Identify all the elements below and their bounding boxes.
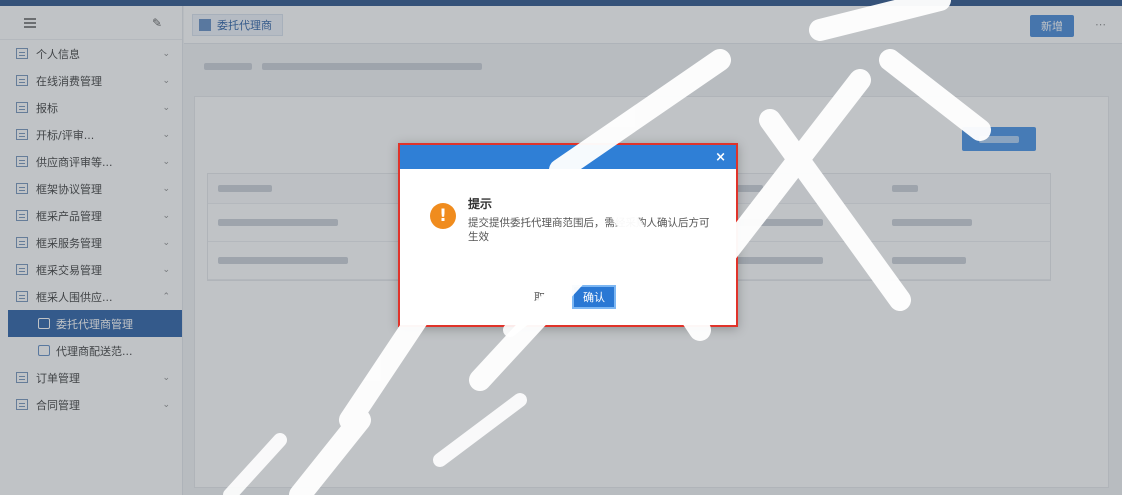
warning-icon: ! (430, 203, 456, 229)
dialog-text: 提示 提交提供委托代理商范围后，需经采购人确认后方可生效 (468, 195, 718, 244)
confirm-button[interactable]: 确认 (572, 285, 616, 309)
close-icon[interactable]: × (715, 150, 726, 165)
dialog-heading: 提示 (468, 197, 493, 211)
dialog-message: 提交提供委托代理商范围后，需经采购人确认后方可生效 (468, 217, 710, 243)
cancel-button[interactable]: 取消 (528, 286, 562, 308)
dialog-body: ! 提示 提交提供委托代理商范围后，需经采购人确认后方可生效 (430, 195, 718, 244)
confirm-dialog: × ! 提示 提交提供委托代理商范围后，需经采购人确认后方可生效 取消 确认 (398, 143, 738, 327)
dialog-titlebar: × (400, 145, 736, 169)
dialog-actions: 取消 确认 (528, 285, 616, 309)
